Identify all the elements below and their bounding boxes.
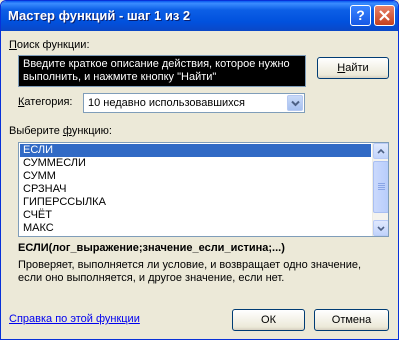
scroll-down-button[interactable] (373, 220, 388, 236)
category-label: Категория: (18, 96, 73, 108)
category-dropdown-button[interactable] (287, 95, 303, 111)
function-list-item[interactable]: СУММЕСЛИ (20, 157, 371, 170)
function-help-link[interactable]: Справка по этой функции (9, 313, 140, 325)
title-bar[interactable]: Мастер функций - шаг 1 из 2 ? (1, 1, 398, 31)
category-select[interactable]: 10 недавно использовавшихся (83, 93, 305, 113)
category-selected-value: 10 недавно использовавшихся (88, 97, 246, 109)
cancel-button[interactable]: Отмена (314, 309, 389, 331)
function-list-label: Выберите функцию: (9, 125, 112, 137)
chevron-down-icon (377, 226, 385, 231)
function-description: Проверяет, выполняется ли условие, и воз… (18, 259, 362, 284)
function-list-item[interactable]: ГИПЕРССЫЛКА (20, 196, 371, 209)
search-input[interactable]: Введите краткое описание действия, котор… (18, 55, 306, 87)
function-list-items: ЕСЛИ СУММЕСЛИ СУММ СРЗНАЧ ГИПЕРССЫЛКА СЧЁТ МАК… (20, 144, 371, 235)
function-list-item[interactable]: СРЗНАЧ (20, 183, 371, 196)
scroll-thumb[interactable] (373, 161, 388, 213)
find-button[interactable]: Найти (317, 57, 389, 79)
chevron-up-icon (377, 149, 385, 154)
chevron-down-icon (290, 100, 300, 107)
scroll-up-button[interactable] (373, 143, 388, 159)
window-title: Мастер функций - шаг 1 из 2 (8, 8, 191, 23)
function-list-scrollbar[interactable] (372, 143, 388, 236)
function-signature: ЕСЛИ(лог_выражение;значение_если_истина;… (18, 242, 285, 254)
function-list-item[interactable]: СЧЁТ (20, 209, 371, 222)
help-button[interactable]: ? (350, 5, 371, 26)
function-list-item[interactable]: МАКС (20, 222, 371, 235)
ok-button[interactable]: ОК (232, 309, 305, 331)
function-wizard-dialog: Мастер функций - шаг 1 из 2 ? Поиск функ… (0, 0, 399, 340)
function-list-item[interactable]: СУММ (20, 170, 371, 183)
close-button[interactable] (374, 5, 395, 26)
search-label: Поиск функции: (9, 39, 90, 51)
close-icon (379, 10, 390, 21)
function-list-item[interactable]: ЕСЛИ (20, 144, 371, 157)
function-list[interactable]: ЕСЛИ СУММЕСЛИ СУММ СРЗНАЧ ГИПЕРССЫЛКА СЧЁТ МАК… (18, 142, 389, 237)
